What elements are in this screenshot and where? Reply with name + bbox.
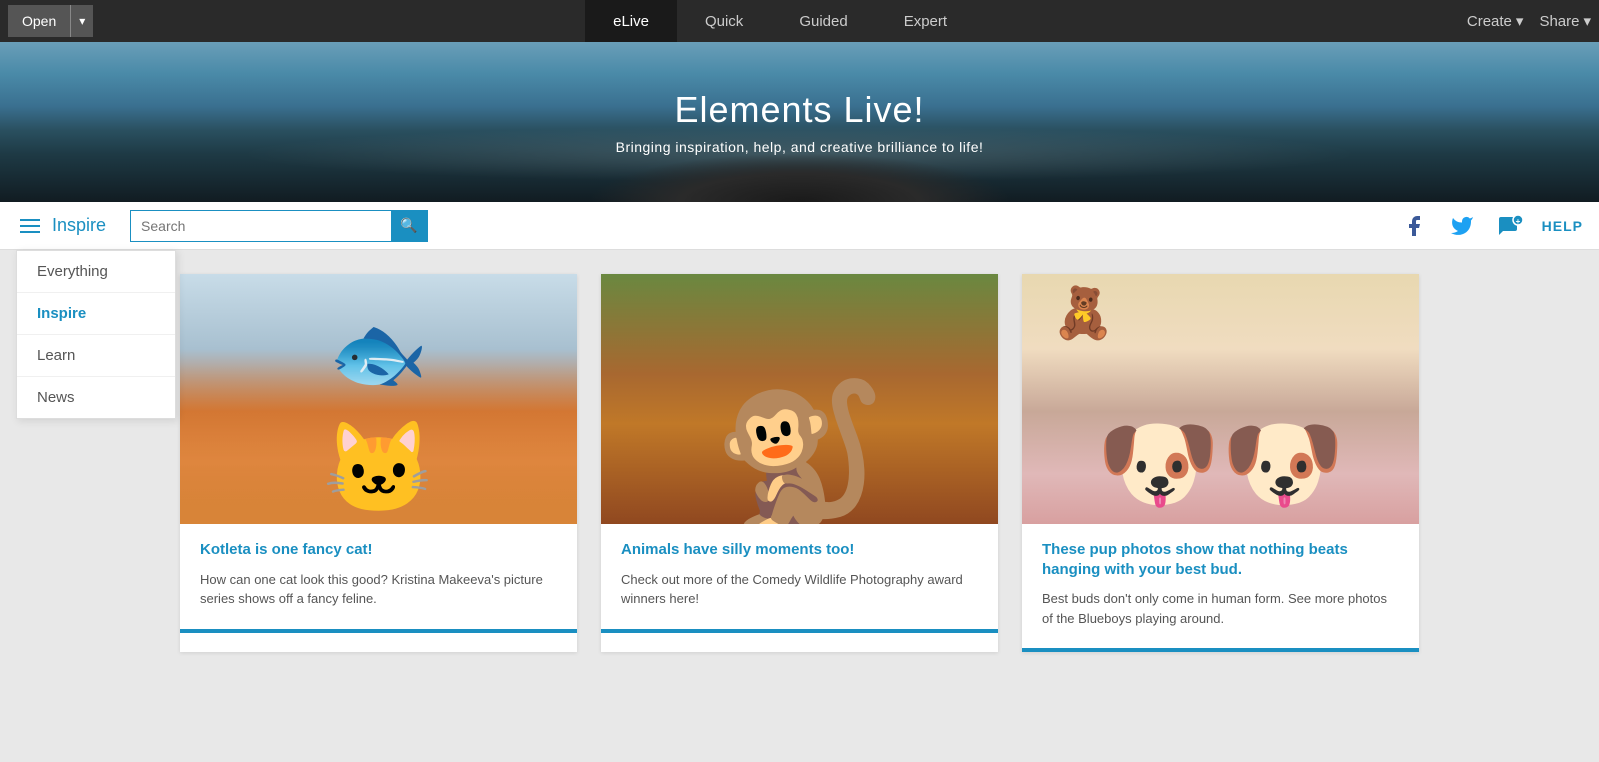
dropdown-item-everything[interactable]: Everything xyxy=(17,251,175,293)
secondary-nav-right: + HELP xyxy=(1398,210,1583,242)
card-1-text: How can one cat look this good? Kristina… xyxy=(200,570,557,609)
dropdown-item-news[interactable]: News xyxy=(17,377,175,418)
card-2-title: Animals have silly moments too! xyxy=(621,540,978,560)
search-icon: 🔍 xyxy=(400,217,417,234)
hamburger-line-3 xyxy=(20,231,40,233)
card-3-bottom-bar xyxy=(1022,648,1419,652)
create-button[interactable]: Create ▾ xyxy=(1467,12,1524,30)
share-label: Share xyxy=(1539,13,1579,30)
hamburger-line-1 xyxy=(20,219,40,221)
search-input[interactable] xyxy=(131,211,391,241)
top-nav-center: eLive Quick Guided Expert xyxy=(93,0,1467,42)
share-button[interactable]: Share ▾ xyxy=(1539,12,1591,30)
share-arrow: ▾ xyxy=(1583,12,1591,30)
card-2-text: Check out more of the Comedy Wildlife Ph… xyxy=(621,570,978,609)
create-label: Create xyxy=(1467,13,1512,30)
help-label[interactable]: HELP xyxy=(1542,218,1583,234)
open-button[interactable]: Open xyxy=(8,5,70,37)
card-1-title: Kotleta is one fancy cat! xyxy=(200,540,557,560)
hero-banner: Elements Live! Bringing inspiration, hel… xyxy=(0,42,1599,202)
svg-text:+: + xyxy=(1515,217,1520,226)
tab-quick[interactable]: Quick xyxy=(677,0,771,42)
card-2-image: 🐒 xyxy=(601,274,998,524)
hamburger-line-2 xyxy=(20,225,40,227)
search-button[interactable]: 🔍 xyxy=(391,210,427,242)
tab-expert[interactable]: Expert xyxy=(876,0,975,42)
secondary-nav: Inspire 🔍 Everything Inspire Learn News xyxy=(0,202,1599,250)
hamburger-menu-button[interactable] xyxy=(16,215,44,237)
card-3-image: 🐶🐶 🧸 xyxy=(1022,274,1419,524)
card-1-bottom-bar xyxy=(180,629,577,633)
card-1: 🐟 🐱 Kotleta is one fancy cat! How can on… xyxy=(180,274,577,652)
tab-elive[interactable]: eLive xyxy=(585,0,677,42)
card-2: 🐒 Animals have silly moments too! Check … xyxy=(601,274,998,652)
card-2-body: Animals have silly moments too! Check ou… xyxy=(601,524,998,629)
dropdown-menu: Everything Inspire Learn News xyxy=(16,250,176,419)
twitter-icon[interactable] xyxy=(1446,210,1478,242)
main-content: 🐟 🐱 Kotleta is one fancy cat! How can on… xyxy=(0,250,1599,750)
hero-subtitle: Bringing inspiration, help, and creative… xyxy=(616,139,984,155)
cards-grid: 🐟 🐱 Kotleta is one fancy cat! How can on… xyxy=(180,274,1419,652)
current-section-label: Inspire xyxy=(52,215,106,236)
card-3-body: These pup photos show that nothing beats… xyxy=(1022,524,1419,648)
top-nav-right: Create ▾ Share ▾ xyxy=(1467,12,1591,30)
card-1-body: Kotleta is one fancy cat! How can one ca… xyxy=(180,524,577,629)
dropdown-item-learn[interactable]: Learn xyxy=(17,335,175,377)
card-3-title: These pup photos show that nothing beats… xyxy=(1042,540,1399,579)
card-1-image: 🐟 🐱 xyxy=(180,274,577,524)
chat-icon[interactable]: + xyxy=(1494,210,1526,242)
dropdown-item-inspire[interactable]: Inspire xyxy=(17,293,175,335)
search-wrapper: 🔍 xyxy=(130,210,428,242)
open-dropdown-button[interactable]: ▾ xyxy=(70,5,93,37)
card-2-bottom-bar xyxy=(601,629,998,633)
card-3: 🐶🐶 🧸 These pup photos show that nothing … xyxy=(1022,274,1419,652)
facebook-icon[interactable] xyxy=(1398,210,1430,242)
tab-guided[interactable]: Guided xyxy=(771,0,875,42)
card-3-text: Best buds don't only come in human form.… xyxy=(1042,589,1399,628)
hero-title: Elements Live! xyxy=(674,89,924,131)
top-nav-bar: Open ▾ eLive Quick Guided Expert Create … xyxy=(0,0,1599,42)
create-arrow: ▾ xyxy=(1516,12,1524,30)
top-nav-left: Open ▾ xyxy=(8,5,93,37)
